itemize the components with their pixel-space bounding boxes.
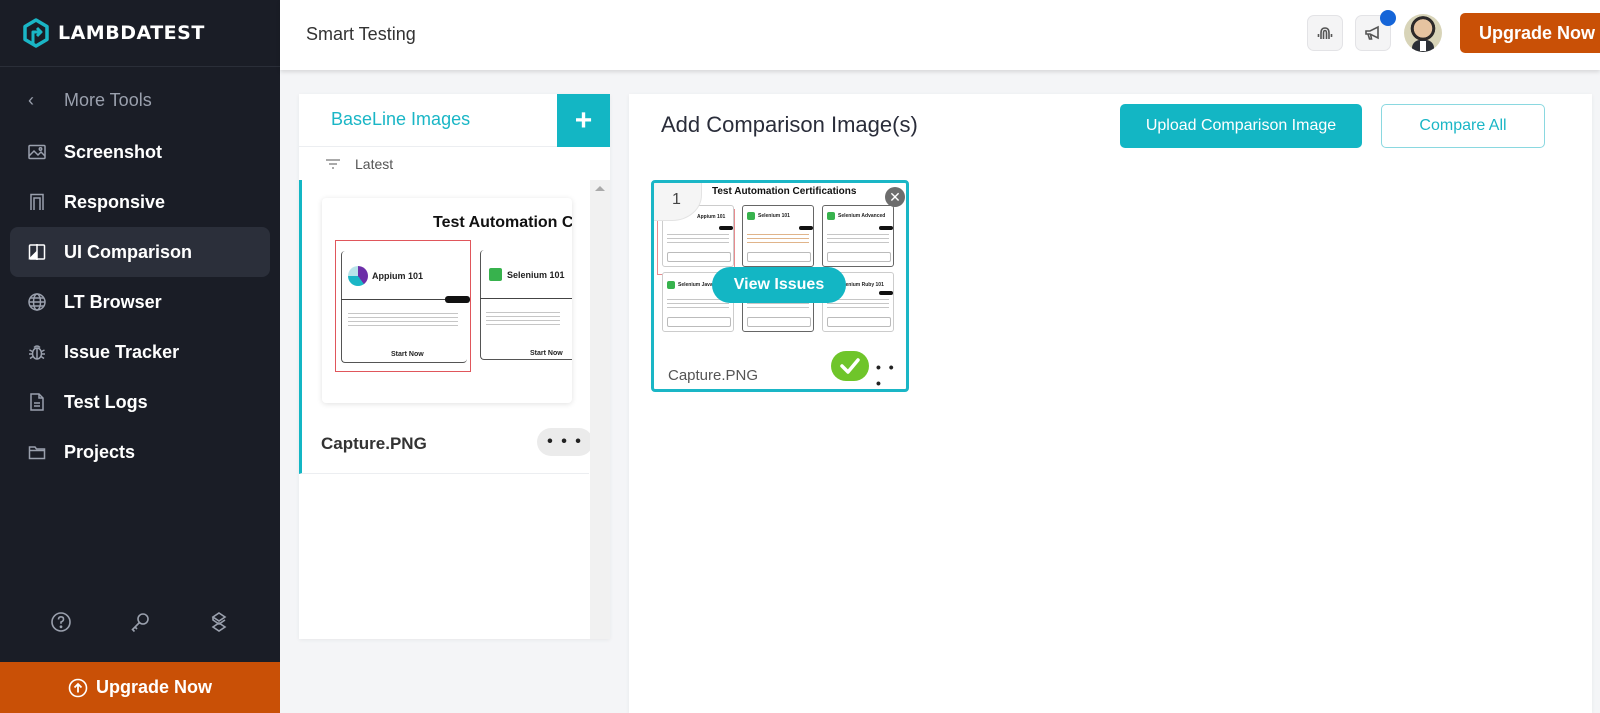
baseline-title: BaseLine Images <box>331 109 471 129</box>
thumbnail-card-title: Selenium 101 <box>507 270 565 280</box>
baseline-header: BaseLine Images + <box>299 94 610 147</box>
match-status-check-icon[interactable] <box>831 351 869 381</box>
fingerprint-button[interactable] <box>1307 15 1343 51</box>
thumbnail-card: Selenium 101 Start Now <box>480 246 572 370</box>
sidebar-item-label: Test Logs <box>64 391 148 412</box>
more-tools-label: More Tools <box>64 90 152 110</box>
key-icon[interactable] <box>128 610 152 634</box>
add-baseline-button[interactable]: + <box>557 94 610 147</box>
sidebar-item-issue-tracker[interactable]: Issue Tracker <box>10 327 270 377</box>
compare-all-button[interactable]: Compare All <box>1381 104 1545 148</box>
lambdatest-logo[interactable]: LAMBDATEST <box>22 17 205 49</box>
brand-name: LAMBDATEST <box>58 22 205 44</box>
image-icon <box>26 141 48 163</box>
thumbnail-card-button: Start Now <box>530 350 563 357</box>
sort-filter-label: Latest <box>355 156 394 172</box>
thumbnail-card-highlighted: Appium 101 Start Now <box>335 240 471 372</box>
selenium-logo-icon <box>489 268 502 281</box>
lambdatest-logo-icon <box>23 18 49 48</box>
sidebar-item-label: Projects <box>64 441 136 462</box>
baseline-thumbnail[interactable]: Test Automation C Appium 101 Start Now S… <box>322 198 572 403</box>
sidebar-item-label: UI Comparison <box>64 241 193 262</box>
thumbnail-card-button: Start Now <box>391 351 424 358</box>
sidebar-divider <box>0 66 280 67</box>
sidebar-item-label: Issue Tracker <box>64 341 180 362</box>
sort-filter-dropdown[interactable]: Latest <box>325 156 393 172</box>
sidebar-item-label: Screenshot <box>64 141 163 162</box>
more-tools-back-link[interactable]: ‹ More Tools <box>28 90 152 111</box>
scroll-up-arrow-icon[interactable] <box>595 186 605 191</box>
sidebar-item-label: Responsive <box>64 191 166 212</box>
appium-logo-icon <box>348 266 368 286</box>
chevron-left-icon: ‹ <box>28 90 34 110</box>
announcements-button[interactable] <box>1355 10 1396 51</box>
upload-comparison-image-button[interactable]: Upload Comparison Image <box>1120 104 1362 148</box>
thumbnail-card: Selenium Advanced <box>822 205 894 267</box>
baseline-scrollbar[interactable] <box>590 180 610 639</box>
folder-icon <box>26 441 48 463</box>
bug-icon <box>26 341 48 363</box>
sidebar-item-label: LT Browser <box>64 291 162 312</box>
document-icon <box>26 391 48 413</box>
responsive-icon <box>26 191 48 213</box>
ui-comparison-icon <box>26 241 48 263</box>
user-avatar[interactable] <box>1404 14 1442 52</box>
topbar-upgrade-now-button[interactable]: Upgrade Now <box>1460 13 1600 53</box>
sidebar-item-ui-comparison[interactable]: UI Comparison <box>10 227 270 277</box>
comparison-images-panel: Add Comparison Image(s) Upload Compariso… <box>629 94 1592 713</box>
megaphone-icon <box>1365 25 1379 40</box>
help-icon[interactable] <box>49 610 73 634</box>
thumbnail-card-title: Appium 101 <box>372 271 424 281</box>
baseline-more-options-button[interactable]: • • • <box>537 428 593 456</box>
comparison-more-options-button[interactable]: • • • <box>876 359 906 389</box>
topbar: Smart Testing Upgrade Now <box>280 0 1600 70</box>
view-issues-button[interactable]: View Issues <box>712 267 846 303</box>
integrations-icon[interactable] <box>207 610 231 634</box>
sidebar-item-responsive[interactable]: Responsive <box>10 177 270 227</box>
filter-icon <box>326 159 340 169</box>
upgrade-now-label: Upgrade Now <box>95 677 212 697</box>
baseline-list-item[interactable]: Test Automation C Appium 101 Start Now S… <box>299 180 593 474</box>
thumbnail-title: Test Automation C <box>433 214 572 231</box>
thumbnail-card: Selenium 101 <box>742 205 814 267</box>
baseline-images-panel: BaseLine Images + Latest Test Automation… <box>299 94 610 639</box>
sidebar-item-projects[interactable]: Projects <box>10 427 270 477</box>
comparison-title: Add Comparison Image(s) <box>661 112 918 137</box>
sidebar-item-lt-browser[interactable]: LT Browser <box>10 277 270 327</box>
sidebar: LAMBDATEST ‹ More Tools Screenshot Respo… <box>0 0 280 713</box>
notification-dot <box>1380 10 1396 26</box>
baseline-image-name: Capture.PNG <box>321 434 427 453</box>
fingerprint-icon <box>1317 27 1333 39</box>
sidebar-bottom-icons <box>0 610 280 634</box>
comparison-image-name: Capture.PNG <box>668 367 759 384</box>
sidebar-upgrade-now-button[interactable]: Upgrade Now <box>0 662 280 713</box>
baseline-list: Test Automation C Appium 101 Start Now S… <box>299 180 593 639</box>
page-title: Smart Testing <box>306 24 416 44</box>
thumbnail-title: Test Automation Certifications <box>712 186 857 197</box>
sidebar-item-screenshot[interactable]: Screenshot <box>10 127 270 177</box>
remove-image-close-icon[interactable]: ✕ <box>885 187 905 207</box>
sidebar-item-test-logs[interactable]: Test Logs <box>10 377 270 427</box>
arrow-up-circle-icon <box>68 678 88 697</box>
comparison-image-card[interactable]: 1 ✕ Test Automation Certifications Appiu… <box>651 180 909 392</box>
globe-icon <box>26 291 48 313</box>
sidebar-nav: Screenshot Responsive UI Comparison LT B… <box>10 127 270 477</box>
